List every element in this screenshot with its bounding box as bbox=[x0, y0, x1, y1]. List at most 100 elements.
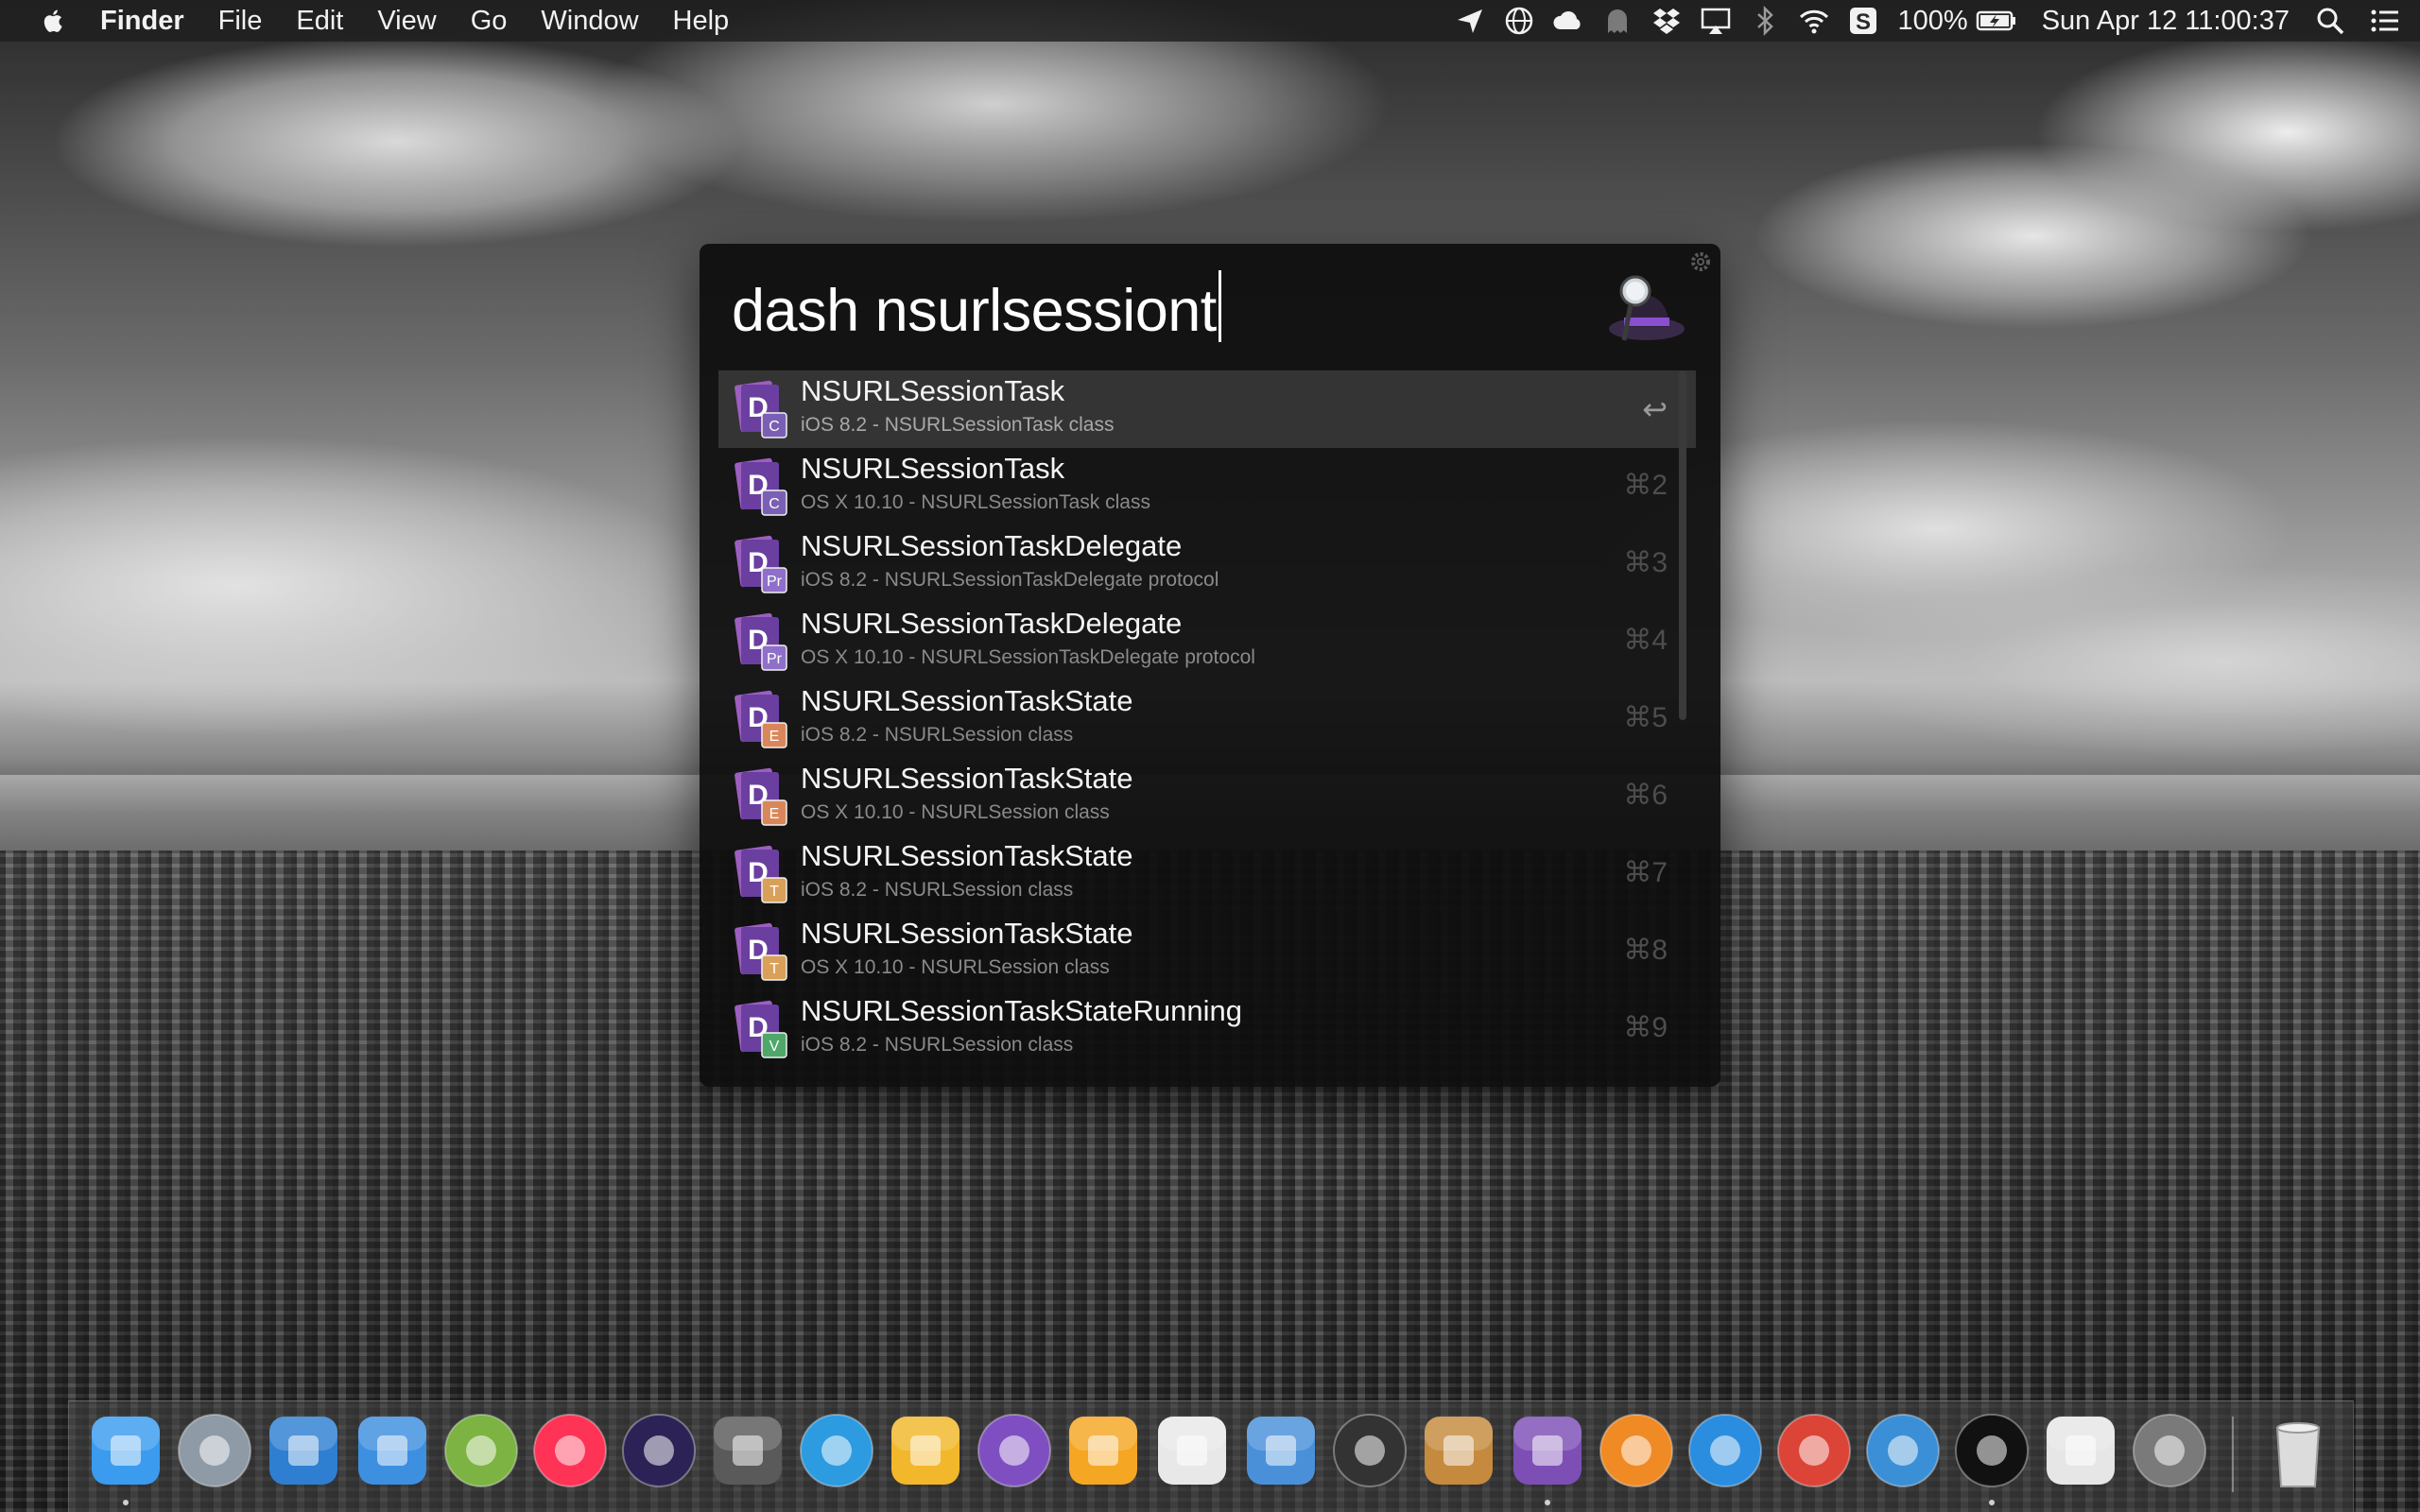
dock-weibo-icon[interactable] bbox=[1863, 1411, 1943, 1490]
bluetooth-icon[interactable] bbox=[1749, 5, 1781, 37]
dock-preview-app-icon[interactable] bbox=[1241, 1411, 1321, 1490]
dock-running-indicator bbox=[1989, 1500, 1995, 1505]
result-subtitle: OS X 10.10 - NSURLSessionTaskDelegate pr… bbox=[801, 646, 1255, 668]
alfred-settings-gear-icon[interactable] bbox=[1688, 249, 1713, 274]
dash-docset-icon: DT bbox=[735, 922, 787, 981]
docset-badge-letter: E bbox=[769, 806, 780, 822]
result-shortcut: ⌘3 bbox=[1623, 547, 1668, 578]
docset-badge-letter: C bbox=[769, 496, 780, 512]
result-subtitle: iOS 8.2 - NSURLSession class bbox=[801, 879, 1074, 901]
alfred-results-list: D C NSURLSessionTask iOS 8.2 - NSURLSession… bbox=[718, 370, 1696, 1068]
result-subtitle: iOS 8.2 - NSURLSession class bbox=[801, 724, 1074, 746]
dock-safari-icon[interactable] bbox=[1685, 1411, 1765, 1490]
dock-cloud-sync-app-icon[interactable] bbox=[886, 1411, 965, 1490]
dock-markdown-app-icon[interactable] bbox=[797, 1411, 876, 1490]
alfred-result-row[interactable]: D Pr NSURLSessionTaskDelegate OS X 10.10 - … bbox=[718, 603, 1696, 680]
battery-icon[interactable] bbox=[1976, 5, 2017, 37]
globe-icon[interactable] bbox=[1503, 5, 1535, 37]
dash-docset-icon: DE bbox=[735, 767, 787, 826]
results-scrollbar[interactable] bbox=[1679, 370, 1686, 720]
result-subtitle: OS X 10.10 - NSURLSession class bbox=[801, 956, 1110, 978]
dock-launchpad-icon[interactable] bbox=[175, 1411, 254, 1490]
alfred-result-row[interactable]: D C NSURLSessionTask iOS 8.2 - NSURLSession… bbox=[718, 370, 1696, 448]
dock-qq-icon[interactable] bbox=[1952, 1411, 2031, 1490]
result-shortcut: ↩ bbox=[1642, 392, 1668, 426]
result-title: NSURLSessionTaskDelegate bbox=[801, 529, 1183, 562]
result-title: NSURLSessionTask bbox=[801, 374, 1065, 407]
alfred-result-row[interactable]: D E NSURLSessionTaskState OS X 10.10 - NSUR… bbox=[718, 758, 1696, 835]
docset-badge-letter: E bbox=[769, 729, 780, 745]
wifi-icon[interactable] bbox=[1798, 5, 1830, 37]
result-shortcut: ⌘6 bbox=[1623, 780, 1668, 811]
result-shortcut: ⌘9 bbox=[1623, 1012, 1668, 1043]
dock-running-indicator bbox=[123, 1500, 129, 1505]
result-title: NSURLSessionTaskState bbox=[801, 917, 1133, 950]
result-title: NSURLSessionTaskState bbox=[801, 684, 1133, 717]
ghost-icon[interactable] bbox=[1601, 5, 1634, 37]
dock-running-indicator bbox=[1545, 1500, 1550, 1505]
alfred-result-row[interactable]: D C NSURLSessionTask OS X 10.10 - NSURLSess… bbox=[718, 448, 1696, 525]
s-app-icon[interactable]: S bbox=[1847, 5, 1879, 37]
menu-view[interactable]: View bbox=[377, 6, 436, 37]
menu-go[interactable]: Go bbox=[471, 6, 508, 37]
menu-help[interactable]: Help bbox=[673, 6, 730, 37]
dock-sublime-text-icon[interactable] bbox=[708, 1411, 787, 1490]
menu-bar-clock[interactable]: Sun Apr 12 11:00:37 bbox=[2042, 6, 2290, 37]
menu-file[interactable]: File bbox=[218, 6, 263, 37]
dock-dash-icon[interactable] bbox=[1508, 1411, 1587, 1490]
spotlight-search-icon[interactable] bbox=[2314, 5, 2346, 37]
dock-system-preferences-icon[interactable] bbox=[2130, 1411, 2209, 1490]
dock-digital-color-meter-icon[interactable] bbox=[1330, 1411, 1409, 1490]
menu-finder[interactable]: Finder bbox=[100, 6, 184, 37]
docset-badge-letter: C bbox=[769, 419, 780, 435]
notification-center-icon[interactable] bbox=[2369, 5, 2401, 37]
battery-percentage[interactable]: 100% bbox=[1898, 6, 1968, 37]
alfred-search-input[interactable]: dash nsurlsessiont bbox=[732, 270, 1221, 345]
dash-docset-icon: DPr bbox=[735, 535, 787, 593]
result-subtitle: iOS 8.2 - NSURLSessionTask class bbox=[801, 414, 1115, 436]
dash-docset-icon: DPr bbox=[735, 612, 787, 671]
dock-android-studio-icon[interactable] bbox=[441, 1411, 521, 1490]
dock-aaa-app-icon[interactable] bbox=[2041, 1411, 2120, 1490]
menu-window[interactable]: Window bbox=[541, 6, 638, 37]
dock-eclipse-icon[interactable] bbox=[619, 1411, 699, 1490]
result-shortcut: ⌘8 bbox=[1623, 935, 1668, 966]
dock-finder-icon[interactable] bbox=[86, 1411, 165, 1490]
dock-ibooks-icon[interactable] bbox=[1597, 1411, 1676, 1490]
alfred-result-row[interactable]: D T NSURLSessionTaskState OS X 10.10 - NSUR… bbox=[718, 913, 1696, 990]
dock-sketch-icon[interactable] bbox=[1063, 1411, 1143, 1490]
airplay-icon[interactable] bbox=[1700, 5, 1732, 37]
dock-pinwheel-app-icon[interactable] bbox=[1152, 1411, 1232, 1490]
docset-badge-letter: Pr bbox=[767, 651, 783, 667]
result-title: NSURLSessionTaskStateRunning bbox=[801, 994, 1242, 1027]
dock-trash-icon[interactable] bbox=[2258, 1411, 2338, 1490]
dock-archive-app-icon[interactable] bbox=[1419, 1411, 1498, 1490]
apple-menu-icon[interactable] bbox=[40, 7, 68, 35]
svg-text:S: S bbox=[1856, 9, 1871, 35]
location-arrow-icon[interactable] bbox=[1454, 5, 1486, 37]
dock-github-desktop-icon[interactable] bbox=[975, 1411, 1054, 1490]
alfred-query-text: dash nsurlsessiont bbox=[732, 278, 1217, 344]
alfred-result-row[interactable]: D Pr NSURLSessionTaskDelegate iOS 8.2 - NSU… bbox=[718, 525, 1696, 603]
dash-docset-icon: DC bbox=[735, 457, 787, 516]
result-shortcut: ⌘5 bbox=[1623, 702, 1668, 733]
docset-badge-letter: T bbox=[769, 884, 779, 900]
result-subtitle: iOS 8.2 - NSURLSession class bbox=[801, 1034, 1074, 1056]
dropbox-icon[interactable] bbox=[1651, 5, 1683, 37]
alfred-hat-icon[interactable] bbox=[1598, 261, 1692, 355]
text-caret bbox=[1218, 270, 1221, 342]
alfred-result-row[interactable]: D E NSURLSessionTaskState iOS 8.2 - NSURLSe… bbox=[718, 680, 1696, 758]
alfred-result-row[interactable]: D V NSURLSessionTaskStateRunning iOS 8.2 - … bbox=[718, 990, 1696, 1068]
menu-edit[interactable]: Edit bbox=[296, 6, 343, 37]
result-shortcut: ⌘2 bbox=[1623, 470, 1668, 501]
dock-divider bbox=[2232, 1417, 2234, 1492]
cloud-icon[interactable] bbox=[1552, 5, 1584, 37]
dock-xcode-icon[interactable] bbox=[264, 1411, 343, 1490]
alfred-result-row[interactable]: D T NSURLSessionTaskState iOS 8.2 - NSURLSe… bbox=[718, 835, 1696, 913]
dash-docset-icon: DC bbox=[735, 380, 787, 438]
dash-docset-icon: DE bbox=[735, 690, 787, 748]
dock-chrome-icon[interactable] bbox=[1774, 1411, 1854, 1490]
dock-flickr-app-icon[interactable] bbox=[530, 1411, 610, 1490]
dock-ios-simulator-icon[interactable] bbox=[353, 1411, 432, 1490]
dash-docset-icon: DV bbox=[735, 1000, 787, 1058]
